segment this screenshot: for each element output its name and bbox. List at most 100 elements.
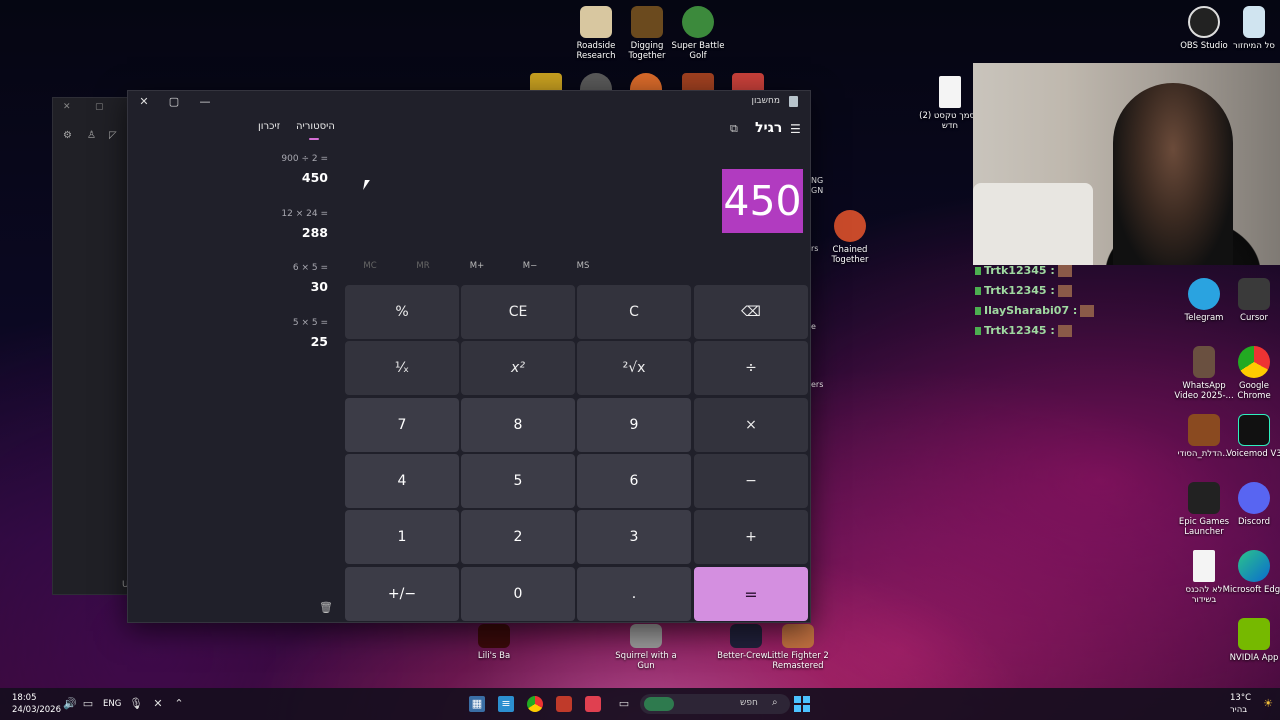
close-icon[interactable]: ✕ <box>136 94 152 110</box>
square-button[interactable]: x² <box>461 341 575 395</box>
desktop-icon-label: Voicemod V3 <box>1226 449 1280 459</box>
minimize-icon[interactable]: — <box>197 94 213 110</box>
history-item[interactable]: 900 ÷ 2 = 450 <box>281 154 328 185</box>
hidden-icon <box>630 73 662 91</box>
history-item[interactable]: 12 × 24 = 288 <box>281 209 328 240</box>
desktop-icon-google-chrome[interactable]: Google Chrome <box>1222 346 1280 401</box>
taskbar-search[interactable]: חפש ⌕ <box>640 694 790 714</box>
memory-store-button[interactable]: MS <box>563 261 603 271</box>
title-bar[interactable]: ✕ ▢ — מחשבון <box>128 91 810 113</box>
discord-icon <box>1238 482 1270 514</box>
network-icon[interactable]: ▭ <box>80 696 96 712</box>
percent-button[interactable]: % <box>345 285 459 339</box>
multiply-button[interactable]: × <box>694 398 808 452</box>
weather-icon[interactable]: ☀ <box>1260 696 1276 712</box>
chat-icon[interactable]: ◸ <box>109 130 117 141</box>
reciprocal-button[interactable]: ¹⁄ₓ <box>345 341 459 395</box>
file-explorer-taskbar-icon[interactable]: ▭ <box>616 696 632 712</box>
memory-subtract-button[interactable]: M− <box>510 261 550 271</box>
desktop-icon-label: Cursor <box>1240 313 1268 323</box>
memory-clear-button[interactable]: MC <box>350 261 390 271</box>
result-display: 450 <box>722 169 803 233</box>
desktop-icon-super-battle-golf[interactable]: Super Battle Golf <box>666 6 730 61</box>
hidden-icon <box>682 73 714 91</box>
edge-icon <box>1238 550 1270 582</box>
digit-4-button[interactable]: 4 <box>345 454 459 508</box>
notepad-taskbar-icon[interactable]: ≡ <box>498 696 514 712</box>
partial-icon-label: rs <box>811 244 819 253</box>
desktop-icon-label: Microsoft Edge <box>1222 585 1280 595</box>
history-result: 450 <box>301 170 328 185</box>
backspace-button[interactable]: ⌫ <box>694 285 808 339</box>
video-file-icon <box>1193 346 1215 378</box>
divide-button[interactable]: ÷ <box>694 341 808 395</box>
digit-5-button[interactable]: 5 <box>461 454 575 508</box>
digit-1-button[interactable]: 1 <box>345 510 459 564</box>
negate-button[interactable]: +/− <box>345 567 459 621</box>
chrome-taskbar-icon[interactable] <box>527 696 543 712</box>
start-button[interactable] <box>794 696 810 712</box>
history-expression: 6 × 5 = <box>292 263 328 273</box>
weather-temp[interactable]: 13°C <box>1230 693 1251 703</box>
digit-8-button[interactable]: 8 <box>461 398 575 452</box>
desktop-icon-cursor[interactable]: Cursor <box>1222 278 1280 323</box>
clear-entry-button[interactable]: CE <box>461 285 575 339</box>
tab-history[interactable]: היסטוריה <box>296 121 335 132</box>
memory-add-button[interactable]: M+ <box>457 261 497 271</box>
desktop-icon-discord[interactable]: Discord <box>1222 482 1280 527</box>
game-icon <box>782 624 814 648</box>
clear-button[interactable]: C <box>577 285 691 339</box>
partial-icon-label: NG <box>811 176 824 185</box>
desktop-icon-label: Roadside Research <box>576 41 616 61</box>
desktop-icon-label: Discord <box>1238 517 1270 527</box>
history-item[interactable]: 5 × 5 = 25 <box>293 318 328 349</box>
bg-close-icon[interactable]: ✕ <box>63 102 71 112</box>
desktop-icon-squirrel-with-a-gun[interactable]: Squirrel with a Gun <box>614 624 678 671</box>
person-icon[interactable]: ♙ <box>87 130 96 141</box>
calculator-window[interactable]: ✕ ▢ — מחשבון זיכרון היסטוריה 900 ÷ 2 = 4… <box>127 90 811 623</box>
app-taskbar-icon[interactable] <box>556 696 572 712</box>
desktop-icon-chained-together[interactable]: Chained Together <box>818 210 882 265</box>
app-taskbar-icon[interactable] <box>585 696 601 712</box>
bg-maximize-icon[interactable]: ▢ <box>95 102 104 112</box>
mute-icon[interactable]: ✕ <box>150 696 166 712</box>
desktop-icon-little-fighter[interactable]: Little Fighter 2 Remastered <box>766 624 830 671</box>
chained-together-icon <box>834 210 866 242</box>
equals-button[interactable]: = <box>694 567 808 621</box>
keep-on-top-icon[interactable]: ⧉ <box>730 122 738 136</box>
calculator-mode-title: רגיל <box>755 120 783 136</box>
add-button[interactable]: + <box>694 510 808 564</box>
square-root-button[interactable]: ²√x <box>577 341 691 395</box>
tab-memory[interactable]: זיכרון <box>258 121 280 132</box>
digit-7-button[interactable]: 7 <box>345 398 459 452</box>
memory-recall-button[interactable]: MR <box>403 261 443 271</box>
calculator-taskbar-icon[interactable]: ▦ <box>469 696 485 712</box>
digit-6-button[interactable]: 6 <box>577 454 691 508</box>
subtract-button[interactable]: − <box>694 454 808 508</box>
clock-time[interactable]: 18:05 <box>12 693 37 703</box>
background-window[interactable]: ✕ ▢ ⚙ ♙ ◸ U <box>52 97 132 595</box>
clock-date[interactable]: 24/03/2026 <box>12 705 61 715</box>
language-indicator[interactable]: ENG <box>103 699 121 709</box>
menu-icon[interactable]: ☰ <box>790 122 801 136</box>
desktop-icon-voicemod[interactable]: Voicemod V3 <box>1222 414 1280 459</box>
microphone-icon[interactable]: 🎙 <box>128 696 144 712</box>
chevron-up-icon[interactable]: ⌃ <box>171 696 187 712</box>
gear-icon[interactable]: ⚙ <box>63 130 72 141</box>
digit-2-button[interactable]: 2 <box>461 510 575 564</box>
digit-3-button[interactable]: 3 <box>577 510 691 564</box>
trash-icon[interactable]: 🗑 <box>319 601 333 614</box>
digit-9-button[interactable]: 9 <box>577 398 691 452</box>
desktop-icon-recycle-bin[interactable]: סל המיחזור <box>1222 6 1280 51</box>
digit-0-button[interactable]: 0 <box>461 567 575 621</box>
weather-desc[interactable]: בהיר <box>1230 705 1247 715</box>
history-item[interactable]: 6 × 5 = 30 <box>293 263 328 294</box>
desktop-icon-microsoft-edge[interactable]: Microsoft Edge <box>1222 550 1280 595</box>
volume-icon[interactable]: 🔊 <box>62 696 78 712</box>
decimal-button[interactable]: . <box>577 567 691 621</box>
chat-username: IlaySharabi07 : <box>984 304 1078 317</box>
maximize-icon[interactable]: ▢ <box>166 94 182 110</box>
chat-message: Trtk12345 : <box>975 264 1072 277</box>
desktop-icon-lilis-ba[interactable]: Lili's Ba <box>462 624 526 661</box>
desktop-icon-nvidia-app[interactable]: NVIDIA App <box>1222 618 1280 663</box>
